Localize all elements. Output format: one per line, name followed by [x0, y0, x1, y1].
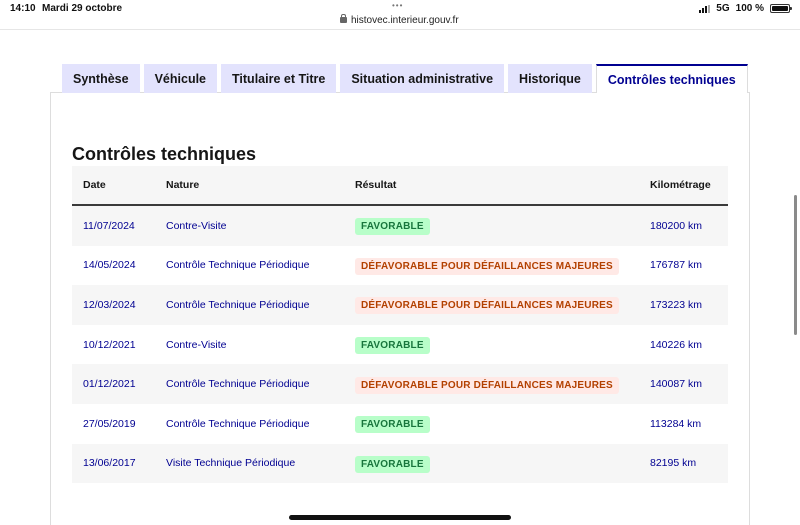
- address-bar[interactable]: histovec.interieur.gouv.fr: [340, 13, 459, 27]
- home-indicator[interactable]: [289, 515, 511, 520]
- tab-3[interactable]: Situation administrative: [340, 64, 505, 93]
- cell-date: 14/05/2024: [83, 259, 136, 272]
- result-badge: DÉFAVORABLE POUR DÉFAILLANCES MAJEURES: [355, 257, 619, 275]
- cell-km: 140087 km: [650, 378, 702, 391]
- header-result: Résultat: [355, 179, 397, 191]
- result-badge: FAVORABLE: [355, 455, 430, 473]
- more-dots-icon[interactable]: •••: [392, 1, 403, 10]
- tab-1[interactable]: Véhicule: [143, 64, 218, 93]
- cell-nature: Contrôle Technique Périodique: [166, 298, 310, 311]
- result-badge: FAVORABLE: [355, 218, 430, 236]
- section-title: Contrôles techniques: [72, 144, 257, 164]
- battery-icon: [770, 4, 792, 13]
- cell-km: 113284 km: [650, 417, 702, 430]
- signal-icon: [699, 4, 711, 13]
- battery-percent: 100 %: [735, 3, 764, 14]
- page-scrollbar[interactable]: [794, 195, 797, 335]
- cell-nature: Contrôle Technique Périodique: [166, 259, 310, 272]
- table-row: 27/05/2019 Contrôle Technique Périodique F…: [72, 403, 728, 444]
- result-badge: DÉFAVORABLE POUR DÉFAILLANCES MAJEURES: [355, 376, 619, 394]
- cell-nature: Contre-Visite: [166, 219, 227, 232]
- technical-inspections-table: Date Nature Résultat Kilométrage 11/07/2…: [72, 166, 728, 484]
- address-url: histovec.interieur.gouv.fr: [351, 14, 459, 26]
- network-type: 5G: [716, 3, 730, 14]
- cell-nature: Visite Technique Périodique: [166, 457, 296, 470]
- cell-result: FAVORABLE: [355, 414, 650, 434]
- cell-date: 11/07/2024: [83, 219, 135, 232]
- table-row: 01/12/2021 Contrôle Technique Périodique D…: [72, 364, 728, 404]
- tab-4[interactable]: Historique: [508, 64, 592, 93]
- cell-result: FAVORABLE: [355, 216, 650, 236]
- table-row: 14/05/2024 Contrôle Technique Périodique D…: [72, 245, 728, 286]
- tab-bar: Synthèse Véhicule Titulaire et Titre Situat…: [62, 64, 750, 93]
- cell-date: 10/12/2021: [83, 338, 136, 351]
- result-badge: FAVORABLE: [355, 337, 430, 355]
- header-nature: Nature: [166, 179, 200, 191]
- table-row: 12/03/2024 Contrôle Technique Périodique D…: [72, 285, 728, 325]
- cell-result: DÉFAVORABLE POUR DÉFAILLANCES MAJEURES: [355, 375, 650, 394]
- cell-km: 180200 km: [650, 219, 702, 232]
- cell-nature: Contrôle Technique Périodique: [166, 378, 310, 391]
- status-time: 14:10: [10, 3, 36, 14]
- cell-km: 82195 km: [650, 457, 697, 470]
- cell-date: 12/03/2024: [83, 298, 136, 311]
- status-date: Mardi 29 octobre: [42, 3, 123, 14]
- cell-result: FAVORABLE: [355, 335, 650, 355]
- lock-icon: [340, 14, 347, 23]
- table-row: 11/07/2024 Contre-Visite FAVORABLE 180200 k…: [72, 206, 728, 246]
- cell-result: DÉFAVORABLE POUR DÉFAILLANCES MAJEURES: [355, 295, 650, 315]
- cell-km: 140226 km: [650, 338, 702, 351]
- tab-0[interactable]: Synthèse: [62, 64, 140, 93]
- table-row: 13/06/2017 Visite Technique Périodique FAV…: [72, 443, 728, 484]
- table-header: Date Nature Résultat Kilométrage: [72, 166, 728, 206]
- result-badge: FAVORABLE: [355, 416, 430, 434]
- cell-km: 173223 km: [650, 298, 702, 311]
- header-date: Date: [83, 179, 106, 191]
- status-indicators: 5G 100 %: [699, 3, 792, 14]
- header-km: Kilométrage: [650, 179, 711, 191]
- tab-5[interactable]: Contrôles techniques: [595, 64, 748, 93]
- cell-km: 176787 km: [650, 259, 702, 272]
- ios-status-bar: 14:10 Mardi 29 octobre ••• histovec.inte…: [0, 0, 800, 30]
- tab-2[interactable]: Titulaire et Titre: [221, 64, 337, 93]
- cell-result: FAVORABLE: [355, 454, 650, 473]
- cell-nature: Contrôle Technique Périodique: [166, 417, 310, 430]
- cell-date: 01/12/2021: [83, 378, 136, 391]
- cell-nature: Contre-Visite: [166, 338, 227, 351]
- cell-date: 27/05/2019: [83, 417, 136, 430]
- cell-date: 13/06/2017: [83, 457, 136, 470]
- result-badge: DÉFAVORABLE POUR DÉFAILLANCES MAJEURES: [355, 297, 619, 315]
- table-row: 10/12/2021 Contre-Visite FAVORABLE 140226 k…: [72, 324, 728, 365]
- table-body: 11/07/2024 Contre-Visite FAVORABLE 180200 k…: [72, 206, 728, 484]
- cell-result: DÉFAVORABLE POUR DÉFAILLANCES MAJEURES: [355, 256, 650, 275]
